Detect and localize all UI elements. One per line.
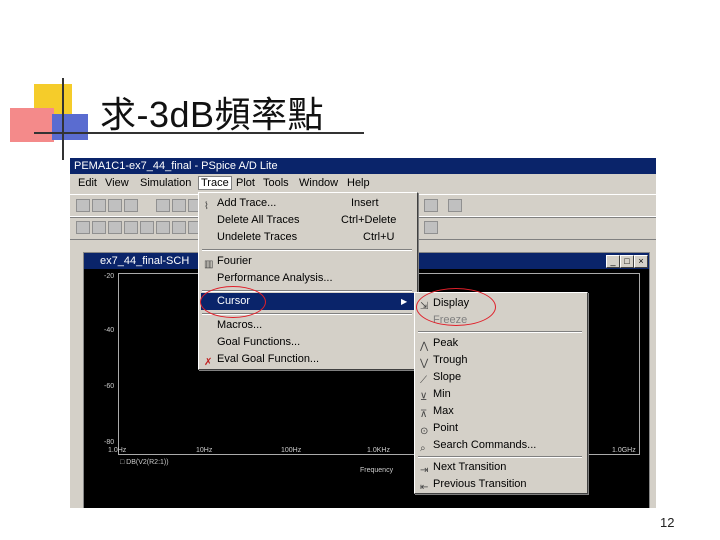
x-tick-label: 10Hz [196,447,213,454]
x-tick-label: 1.0GHz [612,447,636,454]
close-button[interactable]: × [634,255,648,268]
y-tick-label: -60 [104,383,115,390]
menu-window[interactable]: Window [299,177,338,189]
menu-view[interactable]: View [105,177,129,189]
toolbar-button[interactable] [140,221,154,234]
search-icon: ⌕ [420,443,426,454]
deco-vertical-line [62,78,64,160]
minimize-button[interactable]: _ [606,255,620,268]
menu-separator [418,331,582,333]
menu-item-next-transition[interactable]: ⇥ Next Transition [417,459,585,476]
toolbar-button[interactable] [172,199,186,212]
window-title: PEMA1C1-ex7_44_final - PSpice A/D Lite [70,158,656,174]
menu-item-max[interactable]: ⊼ Max [417,403,585,420]
toolbar-button[interactable] [92,221,106,234]
menu-item-trough[interactable]: ⋁ Trough [417,352,585,369]
toolbar-button[interactable] [156,221,170,234]
previous-transition-icon: ⇤ [420,482,429,493]
toolbar-button[interactable] [124,199,138,212]
menu-item-eval-goal-function[interactable]: ✗ Eval Goal Function... [201,351,415,368]
menu-item-min[interactable]: ⊻ Min [417,386,585,403]
deco-blue-square [52,114,88,140]
page-number: 12 [660,515,675,530]
menu-item-delete-all-traces[interactable]: Delete All Traces Ctrl+Delete [201,212,415,229]
pspice-screenshot: PEMA1C1-ex7_44_final - PSpice A/D Lite E… [70,158,656,508]
submenu-arrow-icon: ▶ [401,297,408,306]
toolbar-button[interactable] [124,221,138,234]
y-tick-label: -40 [104,327,115,334]
menu-simulation[interactable]: Simulation [140,177,191,189]
trace-legend: □ DB(V2(R2:1)) [120,459,169,466]
menu-separator [418,456,582,458]
menu-item-add-trace[interactable]: ⌇ Add Trace... Insert [201,195,415,212]
menu-item-search-commands[interactable]: ⌕ Search Commands... [417,437,585,454]
menu-plot[interactable]: Plot [236,177,255,189]
toolbar-button[interactable] [424,199,438,212]
x-tick-label: 1.0KHz [367,447,390,454]
x-tick-label: 100Hz [281,447,302,454]
maximize-button[interactable]: □ [620,255,634,268]
menu-bar: Edit View Simulation Trace Plot Tools Wi… [70,176,656,192]
menu-item-performance-analysis[interactable]: Performance Analysis... [201,270,415,287]
toolbar-button[interactable] [448,199,462,212]
toolbar-button[interactable] [108,221,122,234]
menu-item-peak[interactable]: ⋀ Peak [417,335,585,352]
toolbar-button[interactable] [92,199,106,212]
menu-help[interactable]: Help [347,177,370,189]
toolbar-button[interactable] [424,221,438,234]
menu-item-goal-functions[interactable]: Goal Functions... [201,334,415,351]
toolbar-button[interactable] [172,221,186,234]
slide-title: 求-3dB頻率點 [100,94,325,135]
menu-item-point[interactable]: ⊙ Point [417,420,585,437]
menu-item-slope[interactable]: ⟋ Slope [417,369,585,386]
trace-menu: ⌇ Add Trace... Insert Delete All Traces … [198,192,418,370]
toolbar-button[interactable] [156,199,170,212]
deco-red-square [10,108,54,142]
toolbar-button[interactable] [108,199,122,212]
menu-edit[interactable]: Edit [78,177,97,189]
menu-tools[interactable]: Tools [263,177,289,189]
x-axis-label: Frequency [360,467,394,474]
toolbar-button[interactable] [76,221,90,234]
x-tick-label: 1.0Hz [108,447,127,454]
y-tick-label: -20 [104,273,115,280]
menu-trace[interactable]: Trace [198,176,232,190]
y-tick-label: -80 [104,439,115,446]
menu-item-previous-transition[interactable]: ⇤ Previous Transition [417,476,585,493]
menu-separator [202,249,412,251]
eval-goal-icon: ✗ [204,357,213,368]
annotation-circle-cursor [200,286,266,318]
menu-item-fourier[interactable]: ▥ Fourier [201,253,415,270]
menu-item-macros[interactable]: Macros... [201,317,415,334]
toolbar-button[interactable] [76,199,90,212]
annotation-circle-display [416,288,496,326]
menu-item-undelete-traces[interactable]: Undelete Traces Ctrl+U [201,229,415,246]
